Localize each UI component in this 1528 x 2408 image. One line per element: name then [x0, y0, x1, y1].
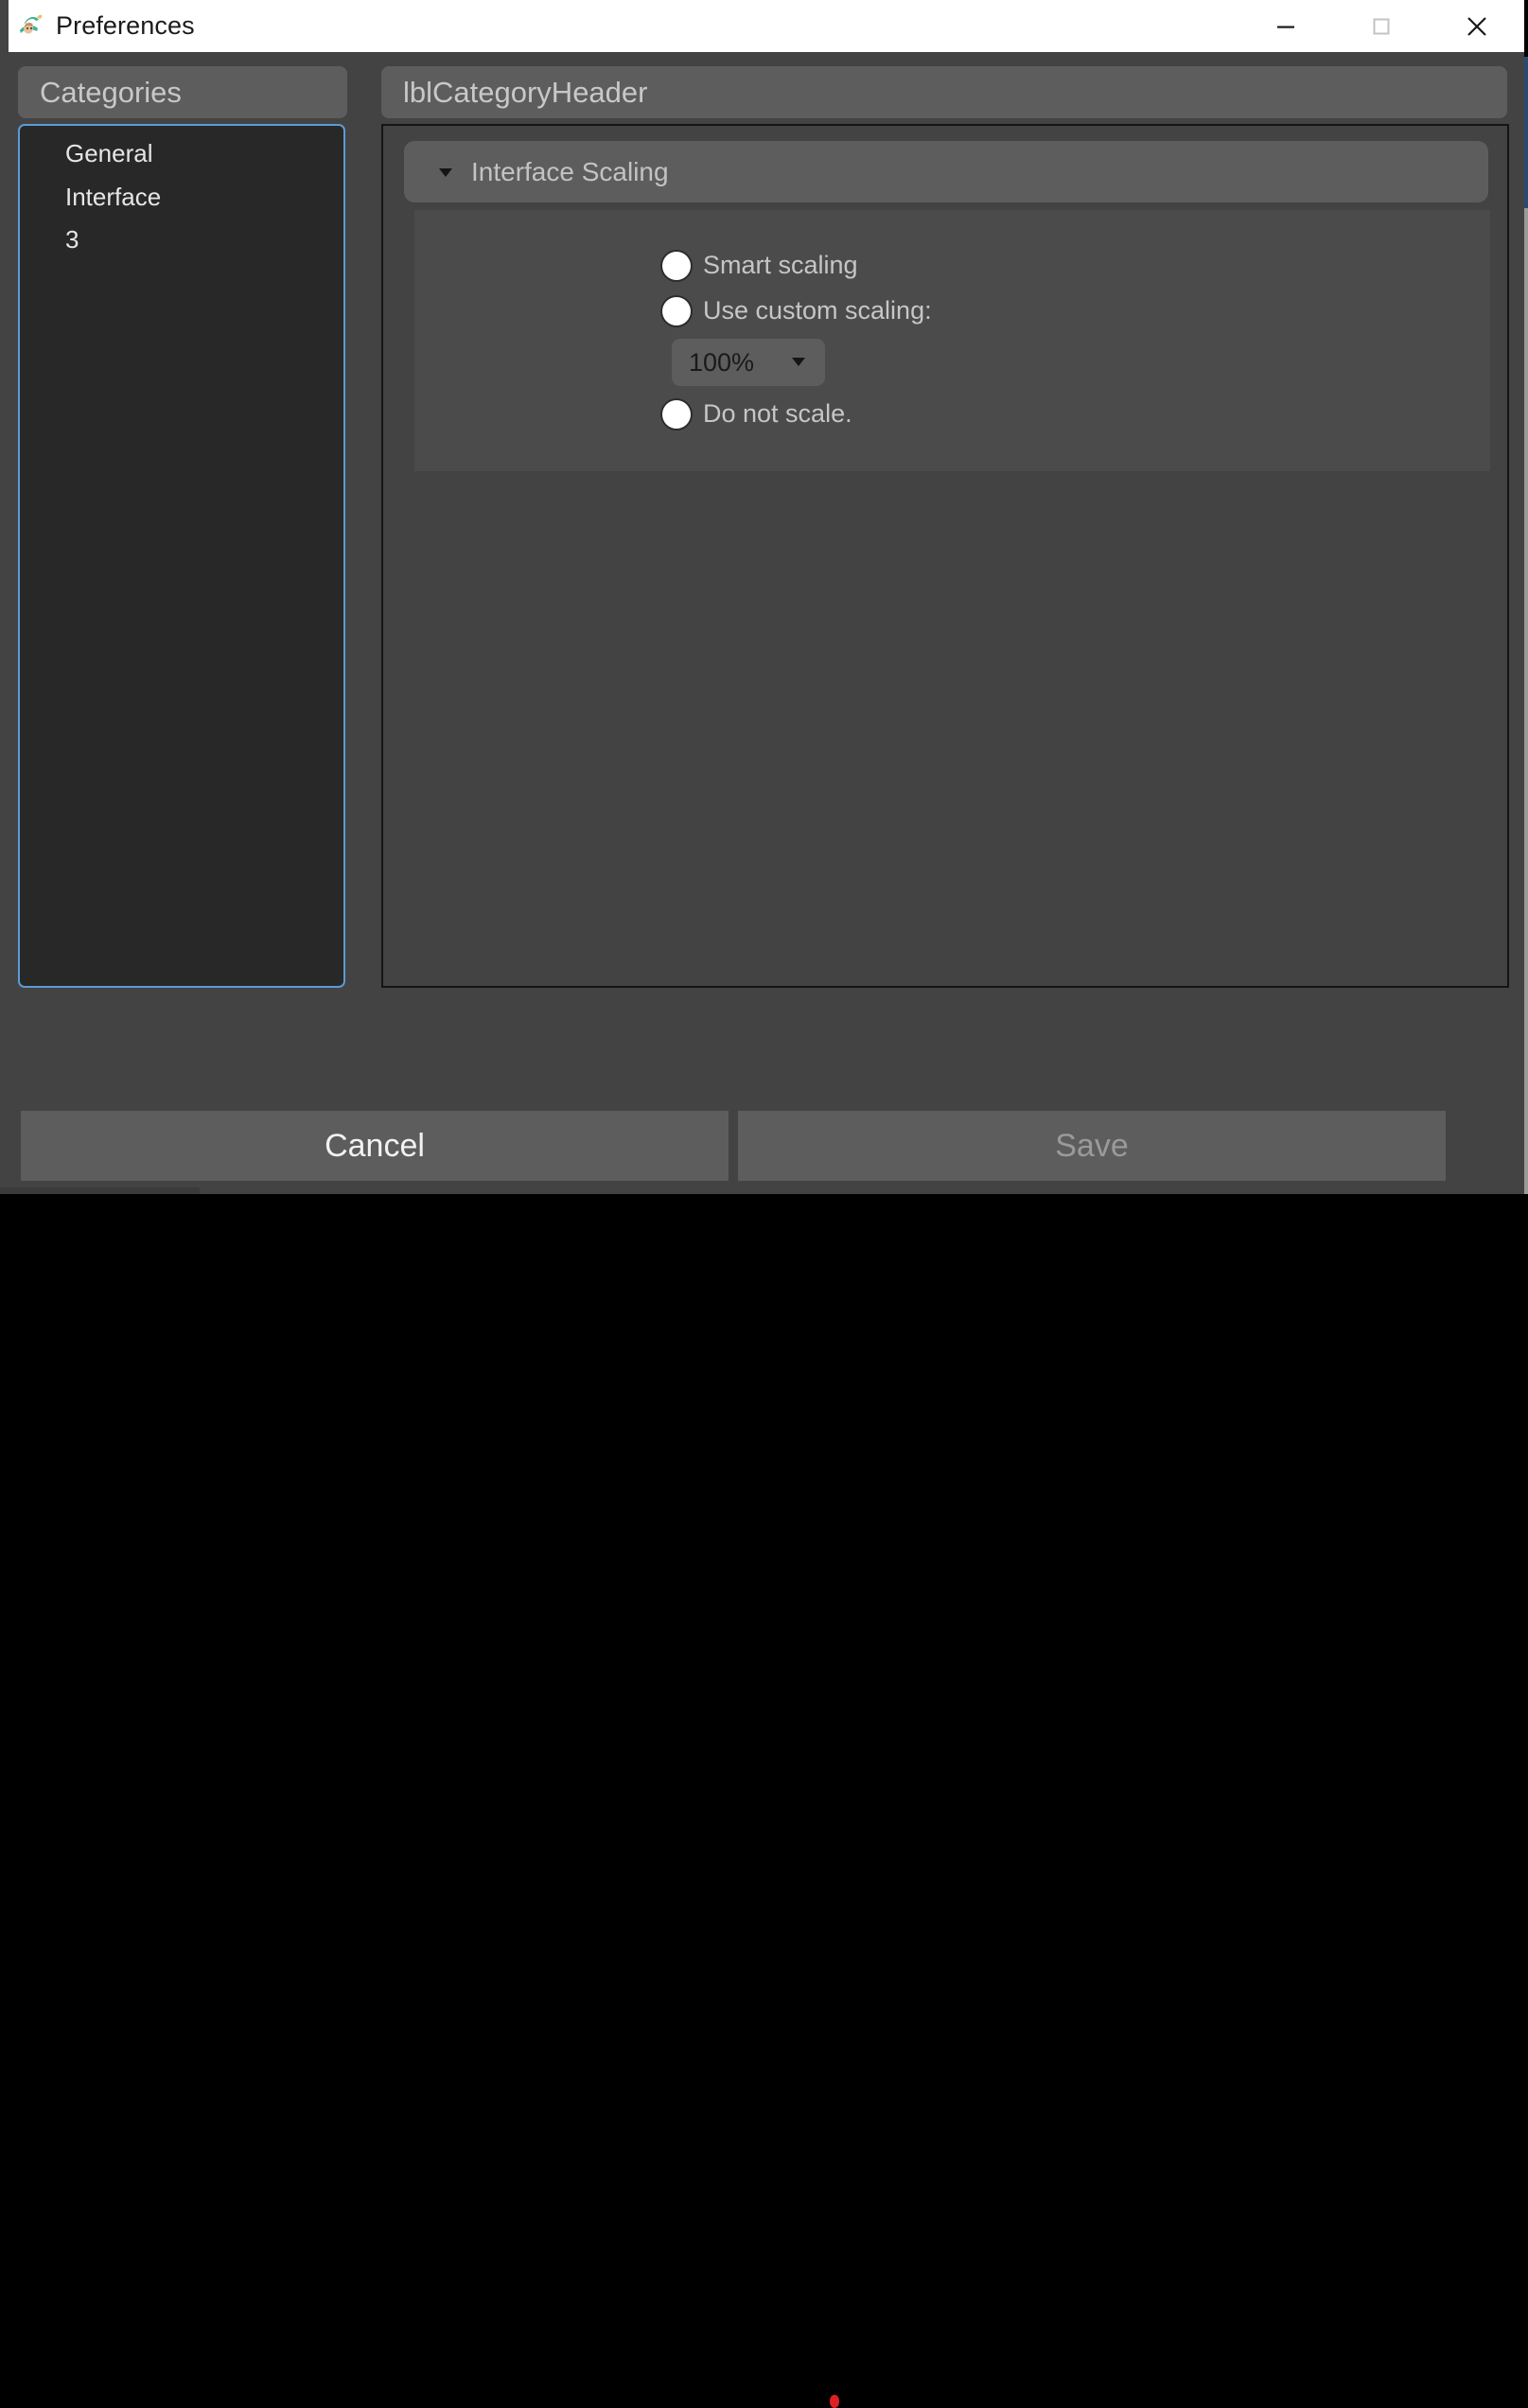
- categories-header: Categories: [18, 66, 347, 118]
- title-bar[interactable]: Preferences: [9, 0, 1524, 52]
- window-title: Preferences: [56, 11, 195, 40]
- maximize-button[interactable]: [1333, 0, 1429, 52]
- cancel-button[interactable]: Cancel: [21, 1111, 729, 1181]
- chevron-down-icon: [435, 162, 456, 183]
- dialog-footer: Cancel Save: [9, 1111, 1524, 1181]
- preferences-window: Preferences Categories General Interface…: [0, 0, 1524, 1194]
- minimize-icon: [1273, 14, 1298, 39]
- radio-label-use-custom-scaling: Use custom scaling:: [703, 296, 932, 325]
- interface-scaling-group-header[interactable]: Interface Scaling: [404, 141, 1488, 202]
- radio-label-do-not-scale: Do not scale.: [703, 399, 852, 428]
- radio-row-do-not-scale[interactable]: Do not scale.: [662, 399, 852, 429]
- radio-do-not-scale[interactable]: [662, 399, 691, 429]
- sidebar-item-3[interactable]: 3: [20, 219, 343, 262]
- robin-hood-hat-icon: [16, 12, 44, 41]
- red-indicator-dot: [830, 2395, 839, 2408]
- categories-listbox[interactable]: General Interface 3: [18, 124, 345, 988]
- radio-row-use-custom-scaling[interactable]: Use custom scaling:: [662, 296, 932, 325]
- scaling-percentage-value: 100%: [689, 347, 755, 377]
- radio-smart-scaling[interactable]: [662, 251, 691, 280]
- sidebar-item-interface[interactable]: Interface: [20, 176, 343, 220]
- interface-scaling-group-title: Interface Scaling: [471, 156, 669, 186]
- content-header: lblCategoryHeader: [381, 66, 1507, 118]
- scaling-percentage-dropdown[interactable]: 100%: [672, 339, 825, 386]
- desktop-bottom-strip: [0, 1194, 1528, 2408]
- sidebar-item-general[interactable]: General: [20, 132, 343, 176]
- cancel-button-label: Cancel: [325, 1127, 425, 1164]
- category-header-label: lblCategoryHeader: [403, 75, 648, 109]
- radio-row-smart-scaling[interactable]: Smart scaling: [662, 251, 858, 280]
- close-button[interactable]: [1429, 0, 1524, 52]
- content-panel: Interface Scaling Smart scaling Use cust…: [381, 124, 1509, 988]
- save-button-label: Save: [1055, 1127, 1129, 1164]
- categories-header-label: Categories: [40, 75, 182, 109]
- radio-use-custom-scaling[interactable]: [662, 296, 691, 325]
- radio-label-smart-scaling: Smart scaling: [703, 251, 858, 279]
- close-icon: [1464, 13, 1490, 40]
- minimize-button[interactable]: [1238, 0, 1333, 52]
- save-button[interactable]: Save: [738, 1111, 1446, 1181]
- maximize-icon: [1369, 14, 1394, 39]
- interface-scaling-group-body: Smart scaling Use custom scaling: 100% D…: [414, 210, 1490, 471]
- chevron-down-icon: [788, 350, 809, 376]
